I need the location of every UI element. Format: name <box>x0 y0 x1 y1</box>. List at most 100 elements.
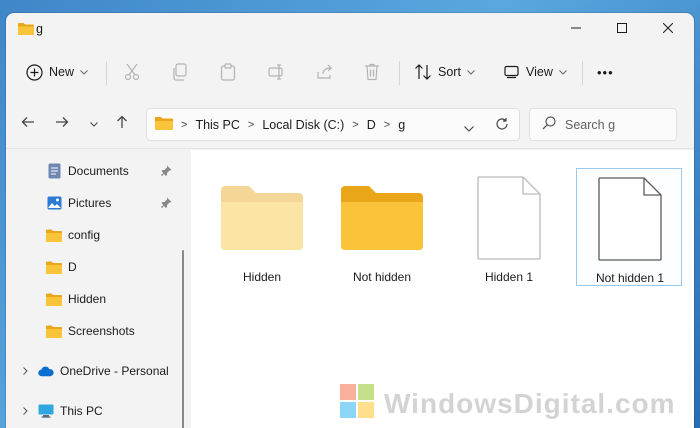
navigation-pane: Documents Pictures config D Hidden Scree… <box>6 150 189 428</box>
minimize-button[interactable] <box>553 13 599 45</box>
share-icon <box>316 64 334 80</box>
sidebar-item-label: config <box>68 228 101 242</box>
chevron-right-icon[interactable] <box>18 407 32 415</box>
blank-file-icon <box>456 176 562 260</box>
search-placeholder: Search g <box>565 117 616 132</box>
sidebar-item-hidden[interactable]: Hidden <box>46 286 106 312</box>
chevron-down-icon <box>80 69 88 75</box>
refresh-button[interactable] <box>495 117 509 134</box>
minimize-icon <box>571 22 581 36</box>
new-button[interactable]: New <box>26 53 88 91</box>
file-list: Hidden Not hidden Hidden 1 Not hidden 1 <box>191 150 694 428</box>
file-name: Not hidden 1 <box>595 271 665 285</box>
sort-label: Sort <box>438 65 461 79</box>
file-name: Not hidden <box>352 270 412 284</box>
breadcrumb-this-pc[interactable]: This PC <box>195 118 239 132</box>
folder-icon <box>18 22 34 39</box>
search-input[interactable]: Search g <box>529 108 677 141</box>
file-explorer-window: g New Sort View ••• > This PC > Local Di… <box>6 13 694 428</box>
onedrive-icon <box>38 363 54 379</box>
breadcrumb-separator: > <box>383 118 391 131</box>
paste-button[interactable] <box>220 53 236 91</box>
sidebar-item-label: OneDrive - Personal <box>60 364 169 378</box>
file-item-hidden-1[interactable]: Hidden 1 <box>456 168 562 286</box>
this-pc-icon <box>38 403 54 419</box>
folder-icon <box>329 176 435 260</box>
file-item-not-hidden-1[interactable]: Not hidden 1 <box>576 168 682 286</box>
arrow-up-icon <box>116 115 128 132</box>
forward-button[interactable] <box>50 111 74 135</box>
up-button[interactable] <box>110 111 134 135</box>
sidebar-item-d[interactable]: D <box>46 254 77 280</box>
sidebar-item-label: Screenshots <box>68 324 135 338</box>
pin-icon[interactable] <box>161 197 172 211</box>
close-button[interactable] <box>645 13 691 45</box>
sidebar-item-this-pc[interactable]: This PC <box>18 398 103 424</box>
sidebar-item-onedrive[interactable]: OneDrive - Personal <box>18 358 169 384</box>
sidebar-item-label: D <box>68 260 77 274</box>
sidebar-item-documents[interactable]: Documents <box>46 158 129 184</box>
breadcrumb: > This PC > Local Disk (C:) > D > g <box>155 109 405 140</box>
breadcrumb-local-disk[interactable]: Local Disk (C:) <box>262 118 344 132</box>
plus-circle-icon <box>26 63 43 81</box>
navigation-bar: > This PC > Local Disk (C:) > D > g Sear… <box>6 97 694 149</box>
rename-button[interactable] <box>268 53 286 91</box>
breadcrumb-separator: > <box>247 118 255 131</box>
file-item-not-hidden-folder[interactable]: Not hidden <box>329 168 435 286</box>
toolbar-divider <box>582 61 583 85</box>
breadcrumb-d[interactable]: D <box>367 118 376 132</box>
file-name: Hidden 1 <box>484 270 534 284</box>
sidebar-item-screenshots[interactable]: Screenshots <box>46 318 135 344</box>
sidebar-scrollbar[interactable] <box>182 250 184 428</box>
chevron-right-icon[interactable] <box>18 367 32 375</box>
sort-button[interactable]: Sort <box>414 53 475 91</box>
toolbar-divider <box>399 61 400 85</box>
view-button[interactable]: View <box>504 53 567 91</box>
address-history-dropdown[interactable] <box>464 121 474 135</box>
chevron-down-icon <box>559 69 567 75</box>
sidebar-item-label: Pictures <box>68 196 112 210</box>
pin-icon[interactable] <box>161 165 172 179</box>
toolbar-divider <box>106 61 107 85</box>
windows-logo-icon <box>340 383 374 425</box>
refresh-icon <box>496 118 508 130</box>
file-item-hidden-folder[interactable]: Hidden <box>209 168 315 286</box>
chevron-down-icon <box>464 126 474 132</box>
command-bar: New Sort View ••• <box>6 53 694 91</box>
pictures-icon <box>46 195 62 211</box>
copy-button[interactable] <box>172 53 188 91</box>
watermark-text: WindowsDigital.com <box>384 388 676 419</box>
chevron-down-icon <box>90 116 98 130</box>
cut-button[interactable] <box>124 53 140 91</box>
close-icon <box>662 22 674 36</box>
file-name: Hidden <box>242 270 282 284</box>
watermark: WindowsDigital.com <box>340 383 676 420</box>
sidebar-item-label: Hidden <box>68 292 107 306</box>
delete-button[interactable] <box>364 53 380 91</box>
folder-icon <box>46 259 62 275</box>
recent-locations-button[interactable] <box>82 111 106 135</box>
trash-icon <box>364 63 380 81</box>
folder-icon <box>155 116 173 134</box>
sidebar-item-pictures[interactable]: Pictures <box>46 190 111 216</box>
sort-icon <box>414 64 432 80</box>
share-button[interactable] <box>316 53 334 91</box>
address-bar[interactable]: > This PC > Local Disk (C:) > D > g <box>146 108 520 141</box>
folder-icon <box>46 323 62 339</box>
breadcrumb-g[interactable]: g <box>398 118 405 132</box>
copy-icon <box>172 63 188 81</box>
folder-icon <box>46 227 62 243</box>
folder-icon <box>46 291 62 307</box>
arrow-left-icon <box>21 116 35 131</box>
title-bar: g <box>6 13 694 47</box>
chevron-down-icon <box>467 69 475 75</box>
view-label: View <box>526 65 553 79</box>
breadcrumb-separator: > <box>352 118 359 131</box>
maximize-button[interactable] <box>599 13 645 45</box>
more-options-button[interactable]: ••• <box>597 53 614 91</box>
breadcrumb-separator: > <box>181 118 188 131</box>
sidebar-item-label: Documents <box>68 164 129 178</box>
window-title: g <box>36 22 43 36</box>
back-button[interactable] <box>16 111 40 135</box>
sidebar-item-config[interactable]: config <box>46 222 100 248</box>
